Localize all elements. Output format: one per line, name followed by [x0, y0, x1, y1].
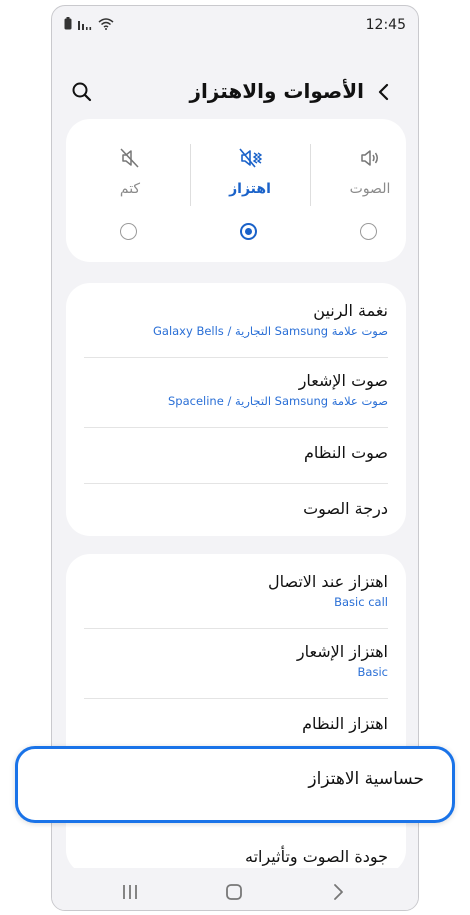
setting-notification-sound[interactable]: صوت الإشعار صوت علامة Samsung التجارية /… — [84, 371, 388, 408]
divider — [84, 628, 388, 629]
setting-call-vibration-title: اهتزاز عند الاتصال — [267, 572, 388, 591]
setting-system-sound[interactable]: صوت النظام — [84, 443, 388, 462]
setting-notification-vibration[interactable]: اهتزاز الإشعار Basic — [84, 642, 388, 679]
setting-volume-title: درجة الصوت — [303, 499, 388, 518]
setting-volume[interactable]: درجة الصوت — [84, 499, 388, 518]
divider — [84, 357, 388, 358]
home-icon[interactable] — [222, 880, 246, 904]
navigation-bar — [52, 868, 418, 910]
status-icons — [64, 17, 114, 30]
mode-sound[interactable]: الصوت — [310, 119, 418, 262]
highlighted-setting-vibration-intensity[interactable]: حساسية الاهتزاز — [15, 746, 455, 823]
divider — [84, 483, 388, 484]
divider — [84, 427, 388, 428]
setting-sound-quality-title: جودة الصوت وتأثيراته — [245, 847, 388, 866]
recents-icon[interactable] — [118, 880, 142, 904]
setting-system-vibration[interactable]: اهتزاز النظام — [84, 714, 388, 733]
setting-notification-vibration-title: اهتزاز الإشعار — [296, 642, 388, 661]
setting-ringtone[interactable]: نغمة الرنين صوت علامة Samsung التجارية /… — [84, 301, 388, 338]
setting-sound-quality[interactable]: جودة الصوت وتأثيراته — [84, 847, 388, 866]
mode-mute-label: كتم — [119, 181, 141, 197]
page-title: الأصوات والاهتزاز — [189, 79, 364, 103]
mode-mute-radio[interactable] — [120, 223, 137, 240]
wifi-icon — [98, 18, 114, 30]
setting-ringtone-title: نغمة الرنين — [313, 301, 388, 320]
mode-sound-label: الصوت — [349, 181, 391, 197]
status-time: 12:45 — [365, 17, 406, 33]
setting-system-vibration-title: اهتزاز النظام — [302, 714, 388, 733]
setting-vibration-intensity-title: حساسية الاهتزاز — [308, 769, 424, 789]
signal-icon — [78, 20, 92, 30]
chevron-left-icon[interactable] — [372, 80, 396, 104]
mode-mute[interactable]: كتم — [70, 119, 190, 262]
mode-sound-radio[interactable] — [360, 223, 377, 240]
vibrate-icon — [239, 148, 262, 168]
mode-vibrate-label: اهتزاز — [229, 181, 271, 197]
battery-icon — [64, 17, 72, 30]
vibration-settings-card: اهتزاز عند الاتصال Basic call اهتزاز الإ… — [66, 554, 406, 874]
mute-icon — [120, 148, 139, 168]
setting-notification-vibration-value: Basic — [357, 665, 388, 679]
setting-ringtone-value: صوت علامة Samsung التجارية / Galaxy Bell… — [152, 324, 388, 338]
setting-system-sound-title: صوت النظام — [303, 443, 388, 462]
mode-vibrate-radio[interactable] — [240, 223, 257, 240]
app-header: الأصوات والاهتزاز — [52, 68, 418, 114]
search-icon[interactable] — [70, 80, 94, 104]
mode-vibrate[interactable]: اهتزاز — [190, 119, 310, 262]
status-bar: 12:45 — [52, 6, 418, 44]
volume-icon — [361, 150, 378, 166]
setting-call-vibration-value: Basic call — [334, 595, 388, 609]
sound-mode-card: كتم اهتزاز الصوت — [66, 119, 406, 262]
setting-notification-sound-value: صوت علامة Samsung التجارية / Spaceline — [168, 394, 388, 408]
divider — [84, 698, 388, 699]
sound-settings-card: نغمة الرنين صوت علامة Samsung التجارية /… — [66, 283, 406, 536]
setting-call-vibration[interactable]: اهتزاز عند الاتصال Basic call — [84, 572, 388, 609]
setting-notification-sound-title: صوت الإشعار — [298, 371, 388, 390]
back-icon[interactable] — [326, 880, 350, 904]
